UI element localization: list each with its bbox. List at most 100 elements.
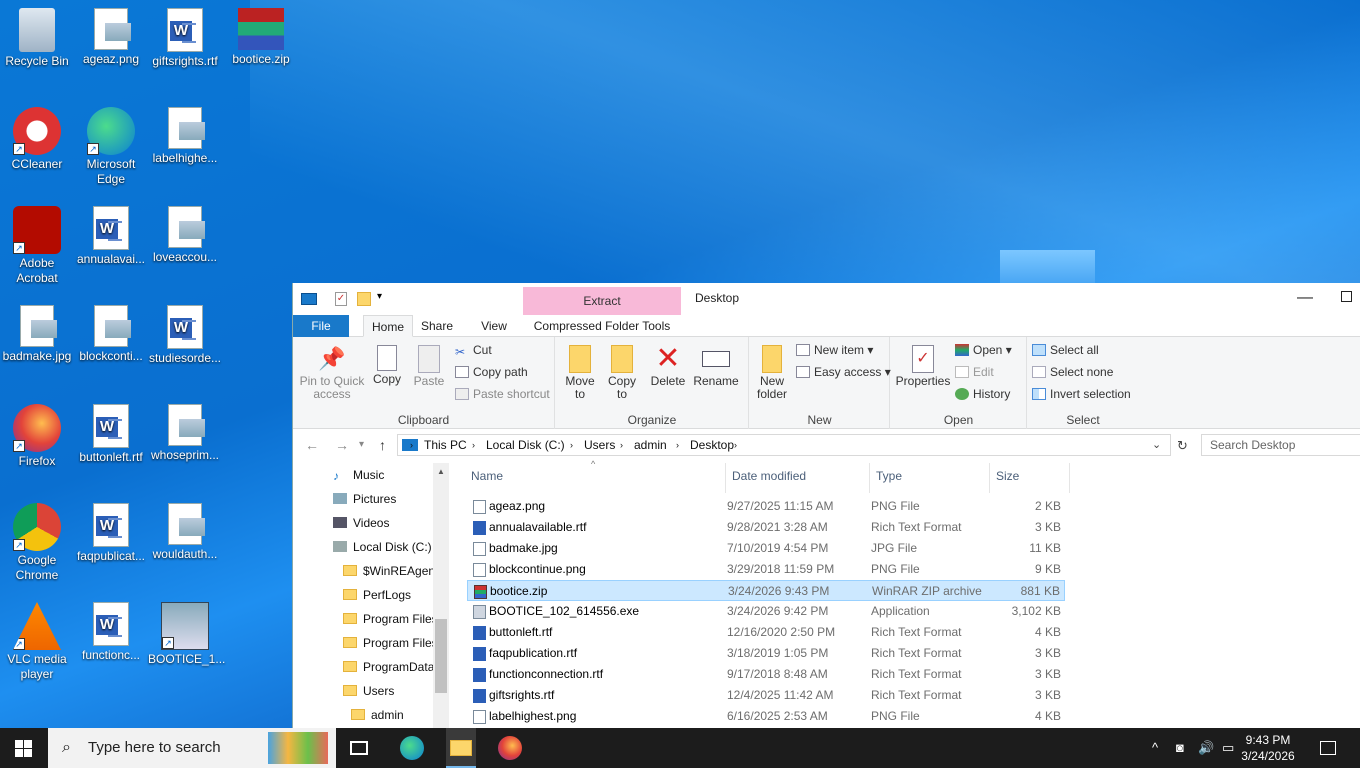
desktop-icon[interactable]: Wfaqpublicat...: [74, 499, 148, 564]
nav-item[interactable]: Program Files: [343, 608, 438, 630]
easy-access-button[interactable]: Easy access ▾: [796, 365, 891, 379]
minimize-button[interactable]: —: [1297, 289, 1313, 307]
desktop-icon[interactable]: ↗ Microsoft Edge: [74, 103, 148, 187]
breadcrumb-chevron-icon[interactable]: ›: [570, 440, 573, 450]
nav-item[interactable]: PerfLogs: [343, 584, 411, 606]
history-button[interactable]: History: [955, 387, 1010, 401]
column-type[interactable]: Type: [876, 469, 902, 483]
desktop-icon[interactable]: ↗ Adobe Acrobat: [0, 202, 74, 286]
column-separator[interactable]: [869, 463, 870, 493]
scroll-up-icon[interactable]: ▲: [437, 467, 445, 476]
invert-selection-button[interactable]: Invert selection: [1032, 387, 1131, 401]
desktop-icon[interactable]: whoseprim...: [148, 400, 222, 463]
rename-button[interactable]: Rename: [692, 345, 740, 388]
speaker-icon[interactable]: 🔊: [1198, 740, 1214, 756]
new-folder-button[interactable]: New folder: [754, 345, 790, 401]
desktop-icon[interactable]: Wannualavai...: [74, 202, 148, 267]
forward-arrow-icon[interactable]: →: [335, 437, 349, 453]
desktop-icon[interactable]: Wgiftsrights.rtf: [148, 4, 222, 69]
nav-item[interactable]: Users: [343, 680, 394, 702]
file-row[interactable]: annualavailable.rtf 9/28/2021 3:28 AM Rich…: [467, 517, 1065, 538]
address-bar[interactable]: This PC › Local Disk (C:) › Users › admin › Desk…: [397, 434, 1171, 456]
nav-scrollbar-thumb[interactable]: [435, 619, 447, 693]
nav-item[interactable]: Local Disk (C:): [333, 536, 432, 558]
file-row[interactable]: giftsrights.rtf 12/4/2025 11:42 AM Rich Te…: [467, 685, 1065, 706]
customize-qat-icon[interactable]: ▾: [377, 291, 382, 302]
desktop-icon[interactable]: badmake.jpg: [0, 301, 74, 364]
camera-icon[interactable]: ◙: [1176, 740, 1184, 755]
desktop-icon[interactable]: blockconti...: [74, 301, 148, 364]
breadcrumb-chevron-icon[interactable]: ›: [410, 440, 413, 450]
desktop-icon[interactable]: Wbuttonleft.rtf: [74, 400, 148, 465]
copy-path-button[interactable]: Copy path: [455, 365, 528, 379]
breadcrumb-item[interactable]: This PC: [424, 438, 467, 452]
breadcrumb-chevron-icon[interactable]: ›: [676, 440, 679, 450]
search-box[interactable]: Search Desktop: [1201, 434, 1360, 456]
up-arrow-icon[interactable]: ↑: [379, 437, 386, 453]
tab-compressed-folder-tools[interactable]: Compressed Folder Tools: [523, 315, 681, 337]
edit-button[interactable]: Edit: [955, 365, 994, 379]
desktop-icon[interactable]: ↗ CCleaner: [0, 103, 74, 172]
column-date-modified[interactable]: Date modified: [732, 469, 806, 483]
nav-item[interactable]: Pictures: [333, 488, 396, 510]
desktop-icon[interactable]: Wfunctionc...: [74, 598, 148, 663]
windows-start-icon[interactable]: [15, 740, 32, 757]
column-separator[interactable]: [725, 463, 726, 493]
file-row[interactable]: ageaz.png 9/27/2025 11:15 AM PNG File 2 KB: [467, 496, 1065, 517]
desktop-icon[interactable]: ↗ VLC media player: [0, 598, 74, 682]
breadcrumb-chevron-icon[interactable]: ›: [620, 440, 623, 450]
column-name[interactable]: Name: [471, 469, 503, 483]
desktop-icon[interactable]: bootice.zip: [224, 4, 298, 67]
desktop-icon[interactable]: labelhighe...: [148, 103, 222, 166]
desktop-icon[interactable]: ↗ BOOTICE_1...: [148, 598, 225, 667]
file-row[interactable]: blockcontinue.png 3/29/2018 11:59 PM PNG F…: [467, 559, 1065, 580]
file-row[interactable]: badmake.jpg 7/10/2019 4:54 PM JPG File 11 K…: [467, 538, 1065, 559]
nav-item[interactable]: admin: [351, 704, 404, 726]
delete-button[interactable]: ✕ Delete: [648, 344, 688, 388]
file-row[interactable]: bootice.zip 3/24/2026 9:43 PM WinRAR ZIP a…: [467, 580, 1065, 601]
copy-button[interactable]: Copy: [369, 345, 405, 386]
move-to-button[interactable]: Move to: [562, 345, 598, 401]
desktop-icon[interactable]: wouldauth...: [148, 499, 222, 562]
breadcrumb-chevron-icon[interactable]: ›: [472, 440, 475, 450]
column-size[interactable]: Size: [996, 469, 1019, 483]
breadcrumb-item[interactable]: admin: [634, 438, 667, 452]
network-icon[interactable]: ▭: [1222, 740, 1234, 756]
address-dropdown-icon[interactable]: ⌄: [1152, 438, 1161, 451]
paste-shortcut-button[interactable]: Paste shortcut: [455, 387, 550, 401]
tab-view[interactable]: View: [477, 315, 511, 337]
paste-button[interactable]: Paste: [411, 345, 447, 388]
nav-item[interactable]: $WinREAgent: [343, 560, 438, 582]
recent-chevron-icon[interactable]: ▾: [359, 439, 364, 450]
notifications-icon[interactable]: [1320, 741, 1336, 755]
properties-quick-icon[interactable]: ✓: [335, 292, 347, 306]
select-none-button[interactable]: Select none: [1032, 365, 1113, 379]
column-separator[interactable]: [1069, 463, 1070, 493]
firefox-taskbar-icon[interactable]: [498, 736, 522, 760]
new-item-button[interactable]: New item ▾: [796, 343, 873, 357]
new-folder-quick-icon[interactable]: [357, 292, 371, 306]
nav-scrollbar[interactable]: ▲: [433, 463, 449, 728]
copy-to-button[interactable]: Copy to: [604, 345, 640, 401]
cut-button[interactable]: ✂ Cut: [455, 343, 492, 359]
file-row[interactable]: buttonleft.rtf 12/16/2020 2:50 PM Rich Tex…: [467, 622, 1065, 643]
maximize-button[interactable]: [1341, 291, 1352, 302]
show-hidden-icons-icon[interactable]: ^: [1152, 740, 1158, 755]
pin-quick-access-button[interactable]: 📌 Pin to Quick access: [297, 345, 367, 401]
file-row[interactable]: faqpublication.rtf 3/18/2019 1:05 PM Rich …: [467, 643, 1065, 664]
desktop-icon[interactable]: Recycle Bin: [0, 4, 74, 69]
taskbar-search[interactable]: ⌕ Type here to search: [48, 728, 336, 768]
column-separator[interactable]: [989, 463, 990, 493]
nav-item[interactable]: ♪ Music: [333, 464, 384, 486]
nav-item[interactable]: Videos: [333, 512, 389, 534]
breadcrumb-item[interactable]: Local Disk (C:): [486, 438, 565, 452]
open-button[interactable]: Open ▾: [955, 343, 1012, 357]
desktop-icon[interactable]: loveaccou...: [148, 202, 222, 265]
select-all-button[interactable]: Select all: [1032, 343, 1099, 357]
tab-share[interactable]: Share: [419, 315, 455, 337]
properties-button[interactable]: ✓ Properties: [895, 345, 951, 388]
back-arrow-icon[interactable]: ←: [305, 437, 319, 453]
desktop-icon[interactable]: ↗ Google Chrome: [0, 499, 74, 583]
file-row[interactable]: BOOTICE_102_614556.exe 3/24/2026 9:42 PM A…: [467, 601, 1065, 622]
tab-file[interactable]: File: [293, 315, 349, 337]
